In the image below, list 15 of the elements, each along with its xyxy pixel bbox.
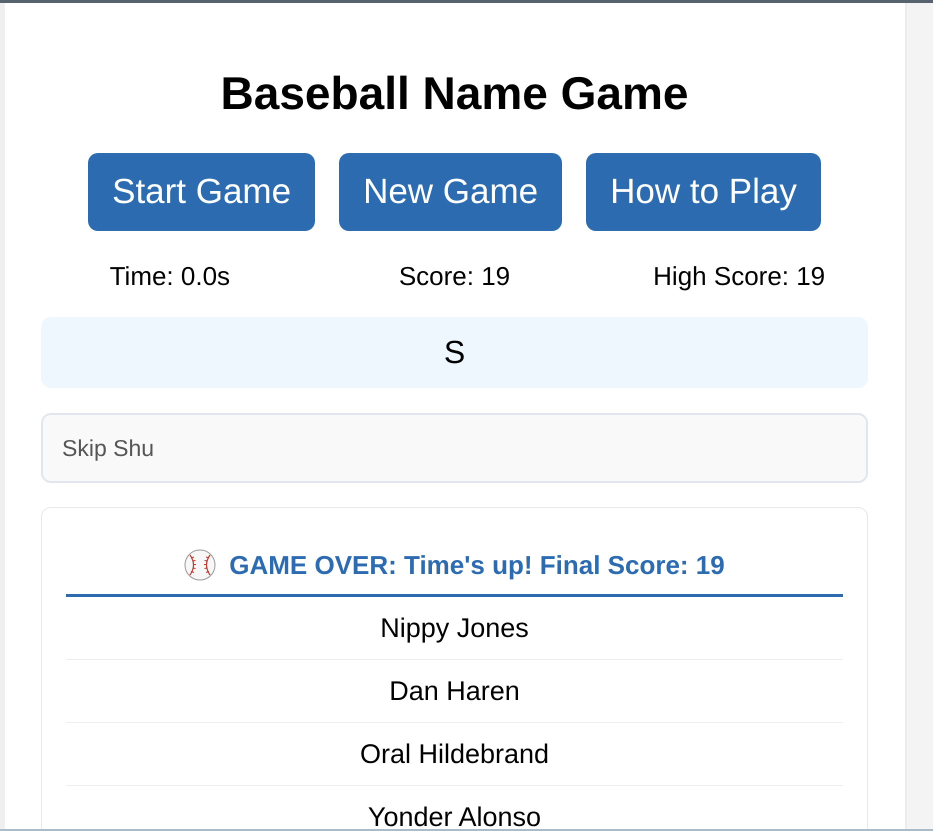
player-name: Nippy Jones	[380, 613, 529, 643]
player-name: Dan Haren	[389, 676, 520, 706]
game-button[interactable]: New Game	[339, 153, 562, 231]
page-title: Baseball Name Game	[220, 66, 690, 121]
baseball-icon	[184, 549, 216, 581]
player-name: Oral Hildebrand	[360, 739, 550, 769]
game-button[interactable]: How to Play	[586, 153, 821, 231]
game-button[interactable]: Start Game	[88, 153, 316, 231]
game-over-heading: GAME OVER: Time's up! Final Score: 19	[229, 549, 725, 582]
player-name: Yonder Alonso	[368, 802, 542, 829]
letter-display: S	[41, 317, 868, 388]
stat-text: Time: 0.0s	[110, 261, 230, 291]
stat-text: Score: 19	[398, 261, 510, 291]
guess-input-field[interactable]: Skip Shu	[41, 413, 868, 483]
stat-text: High Score: 19	[653, 261, 826, 291]
